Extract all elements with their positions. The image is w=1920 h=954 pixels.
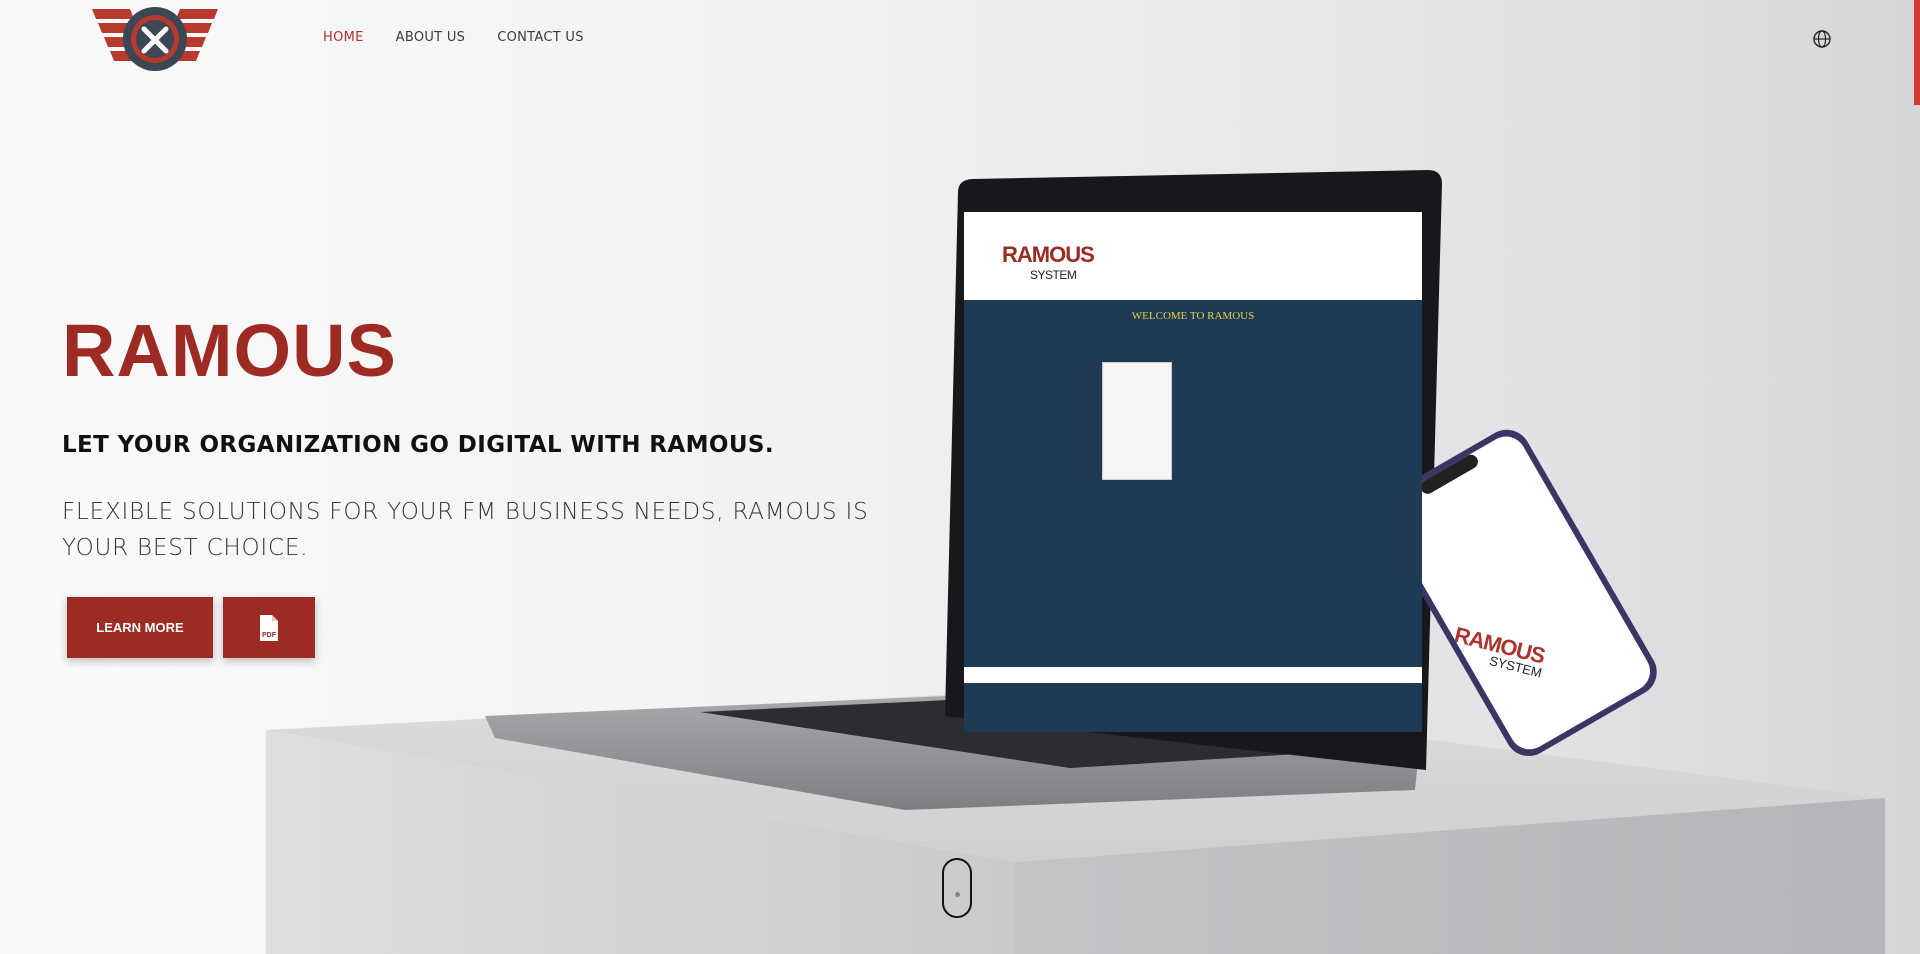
hero-title: RAMOUS <box>62 309 397 392</box>
main-nav: HOME ABOUT US CONTACT US <box>323 30 584 45</box>
wrench-gear-logo[interactable] <box>92 5 218 73</box>
mouse-scroll-icon[interactable] <box>942 858 972 918</box>
nav-about-us[interactable]: ABOUT US <box>396 30 466 45</box>
pdf-download-button[interactable]: PDF <box>223 597 315 658</box>
nav-contact-us[interactable]: CONTACT US <box>497 30 584 45</box>
learn-more-button[interactable]: LEARN MORE <box>67 597 213 658</box>
app-welcome-text: WELCOME TO RAMOUS <box>1131 310 1255 322</box>
phone-screen-brand: RAMOUS SYSTEM <box>1449 622 1549 681</box>
globe-icon[interactable] <box>1812 29 1832 49</box>
pedestal-front <box>266 730 1015 954</box>
app-header-preview: RAMOUS SYSTEM <box>964 212 1422 300</box>
login-box-preview <box>1102 362 1172 480</box>
app-brand-bottom: SYSTEM <box>1030 268 1077 282</box>
laptop-screen: RAMOUS SYSTEM WELCOME TO RAMOUS <box>964 212 1422 732</box>
hero-subtitle: LET YOUR ORGANIZATION GO DIGITAL WITH RA… <box>62 432 775 458</box>
hero-description: FLEXIBLE SOLUTIONS FOR YOUR FM BUSINESS … <box>62 499 869 561</box>
site-header: HOME ABOUT US CONTACT US <box>0 0 1920 80</box>
svg-text:PDF: PDF <box>262 632 277 639</box>
pedestal-side <box>1015 798 1885 954</box>
app-brand-top: RAMOUS <box>1002 242 1095 267</box>
product-scene: MacBook Pro <box>266 170 1885 954</box>
footer-strip-preview <box>964 667 1422 683</box>
nav-home[interactable]: HOME <box>323 30 364 45</box>
pdf-file-icon: PDF <box>260 614 278 641</box>
